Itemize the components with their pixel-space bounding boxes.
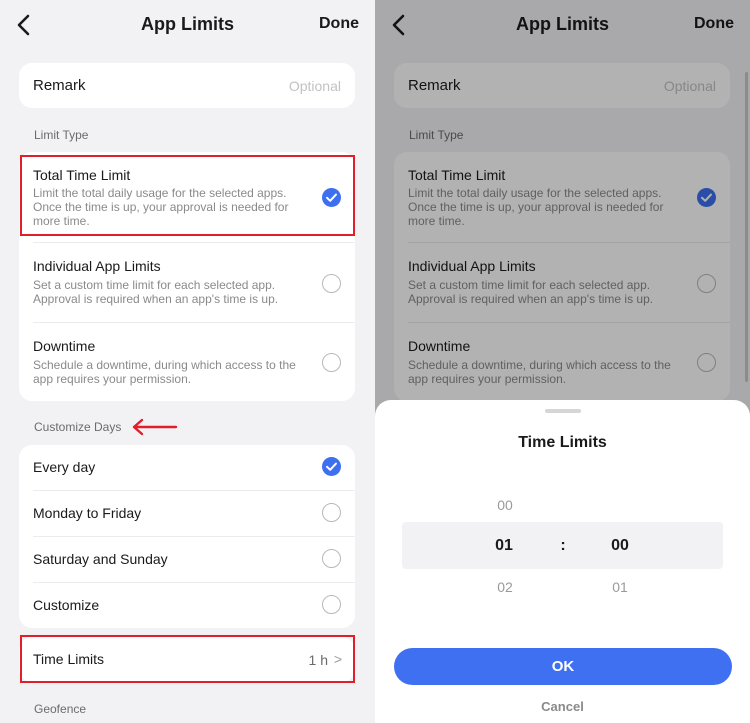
days-option-every-day[interactable]: Every day — [19, 445, 355, 490]
days-option-saturday-and-sunday[interactable]: Saturday and Sunday — [19, 537, 355, 582]
limit-type-label: Limit Type — [34, 128, 89, 142]
customize-days-card: Every day Monday to Friday Saturday and … — [19, 445, 355, 628]
app-limits-screen-with-sheet: App Limits Done Remark Optional Limit Ty… — [375, 0, 750, 723]
remark-placeholder[interactable]: Optional — [289, 78, 341, 94]
ok-button[interactable]: OK — [394, 648, 732, 685]
time-limits-sheet: Time Limits 00 01 02 : 00 01 OK Cancel — [375, 400, 750, 723]
option-downtime[interactable]: Downtime Schedule a downtime, during whi… — [19, 323, 355, 401]
option-description: Set a custom time limit for each selecte… — [33, 278, 279, 306]
hour-picker-selected[interactable]: 01 — [484, 537, 524, 555]
option-title: Individual App Limits — [33, 258, 161, 274]
geofence-label: Geofence — [34, 702, 87, 716]
option-individual-app-limits[interactable]: Individual App Limits Set a custom time … — [19, 243, 355, 322]
option-label: Monday to Friday — [33, 505, 142, 521]
days-option-monday-to-friday[interactable]: Monday to Friday — [19, 491, 355, 536]
option-label: Saturday and Sunday — [33, 551, 168, 567]
hour-option-prev[interactable]: 00 — [485, 497, 525, 513]
sheet-drag-handle[interactable] — [545, 409, 581, 413]
minute-option-next[interactable]: 01 — [600, 579, 640, 595]
customize-days-label: Customize Days — [34, 420, 122, 434]
highlight-box — [20, 635, 355, 683]
days-option-customize[interactable]: Customize — [19, 583, 355, 628]
radio-icon[interactable] — [322, 549, 341, 568]
sheet-title: Time Limits — [518, 434, 607, 451]
minute-picker-selected[interactable]: 00 — [600, 537, 640, 555]
remark-field[interactable]: Remark Optional — [19, 63, 355, 108]
radio-icon[interactable] — [322, 353, 341, 372]
checked-radio-icon[interactable] — [322, 457, 341, 476]
option-label: Every day — [33, 459, 96, 475]
done-button[interactable]: Done — [319, 15, 359, 33]
option-label: Customize — [33, 597, 100, 613]
radio-icon[interactable] — [322, 595, 341, 614]
option-description: Schedule a downtime, during which access… — [33, 358, 296, 386]
option-title: Downtime — [33, 338, 96, 354]
radio-icon[interactable] — [322, 274, 341, 293]
nav-bar: App Limits Done — [0, 0, 375, 50]
hour-option-next[interactable]: 02 — [485, 579, 525, 595]
cancel-button[interactable]: Cancel — [375, 699, 750, 714]
app-limits-screen: App Limits Done Remark Optional Limit Ty… — [0, 0, 375, 723]
time-separator: : — [560, 537, 566, 554]
red-arrow-icon — [132, 418, 178, 436]
radio-icon[interactable] — [322, 503, 341, 522]
remark-label: Remark — [33, 77, 86, 94]
highlight-box — [20, 155, 355, 236]
